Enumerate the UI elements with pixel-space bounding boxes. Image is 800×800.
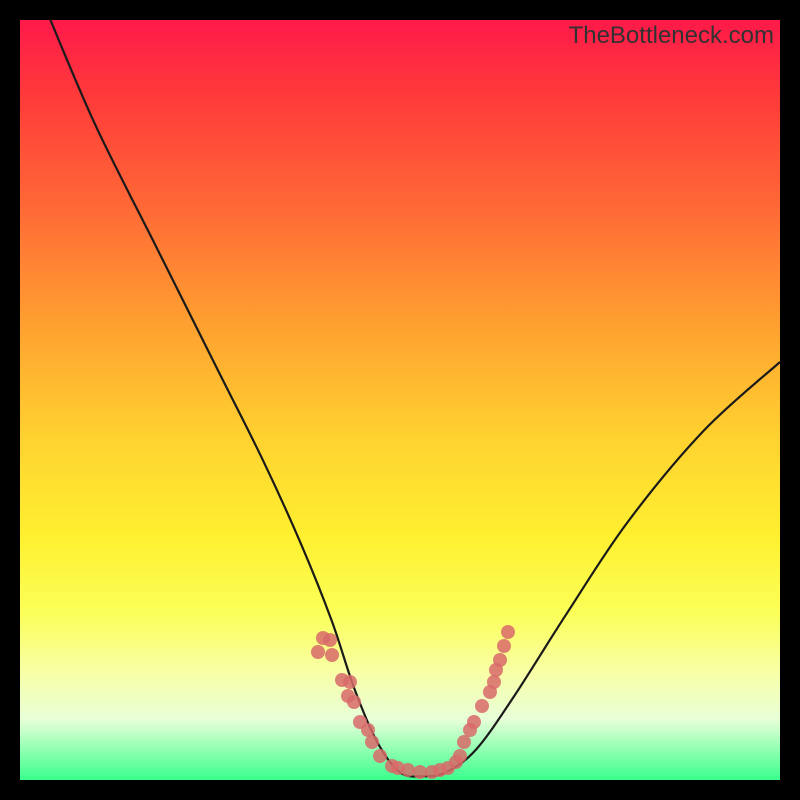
data-dot xyxy=(475,699,489,713)
data-dot xyxy=(457,735,471,749)
data-dot xyxy=(343,675,357,689)
data-dot xyxy=(487,675,501,689)
data-dot xyxy=(501,625,515,639)
data-dot xyxy=(365,735,379,749)
data-dot xyxy=(453,749,467,763)
data-dot xyxy=(467,715,481,729)
data-dot xyxy=(361,723,375,737)
data-dot xyxy=(325,648,339,662)
data-dot xyxy=(401,763,415,777)
data-dot xyxy=(497,639,511,653)
data-dot xyxy=(311,645,325,659)
data-dot xyxy=(413,765,427,779)
bottleneck-curve xyxy=(50,20,780,777)
chart-frame: TheBottleneck.com xyxy=(20,20,780,780)
data-dot xyxy=(373,749,387,763)
data-dot xyxy=(347,695,361,709)
data-dot xyxy=(493,653,507,667)
data-dot xyxy=(323,633,337,647)
chart-svg xyxy=(20,20,780,780)
